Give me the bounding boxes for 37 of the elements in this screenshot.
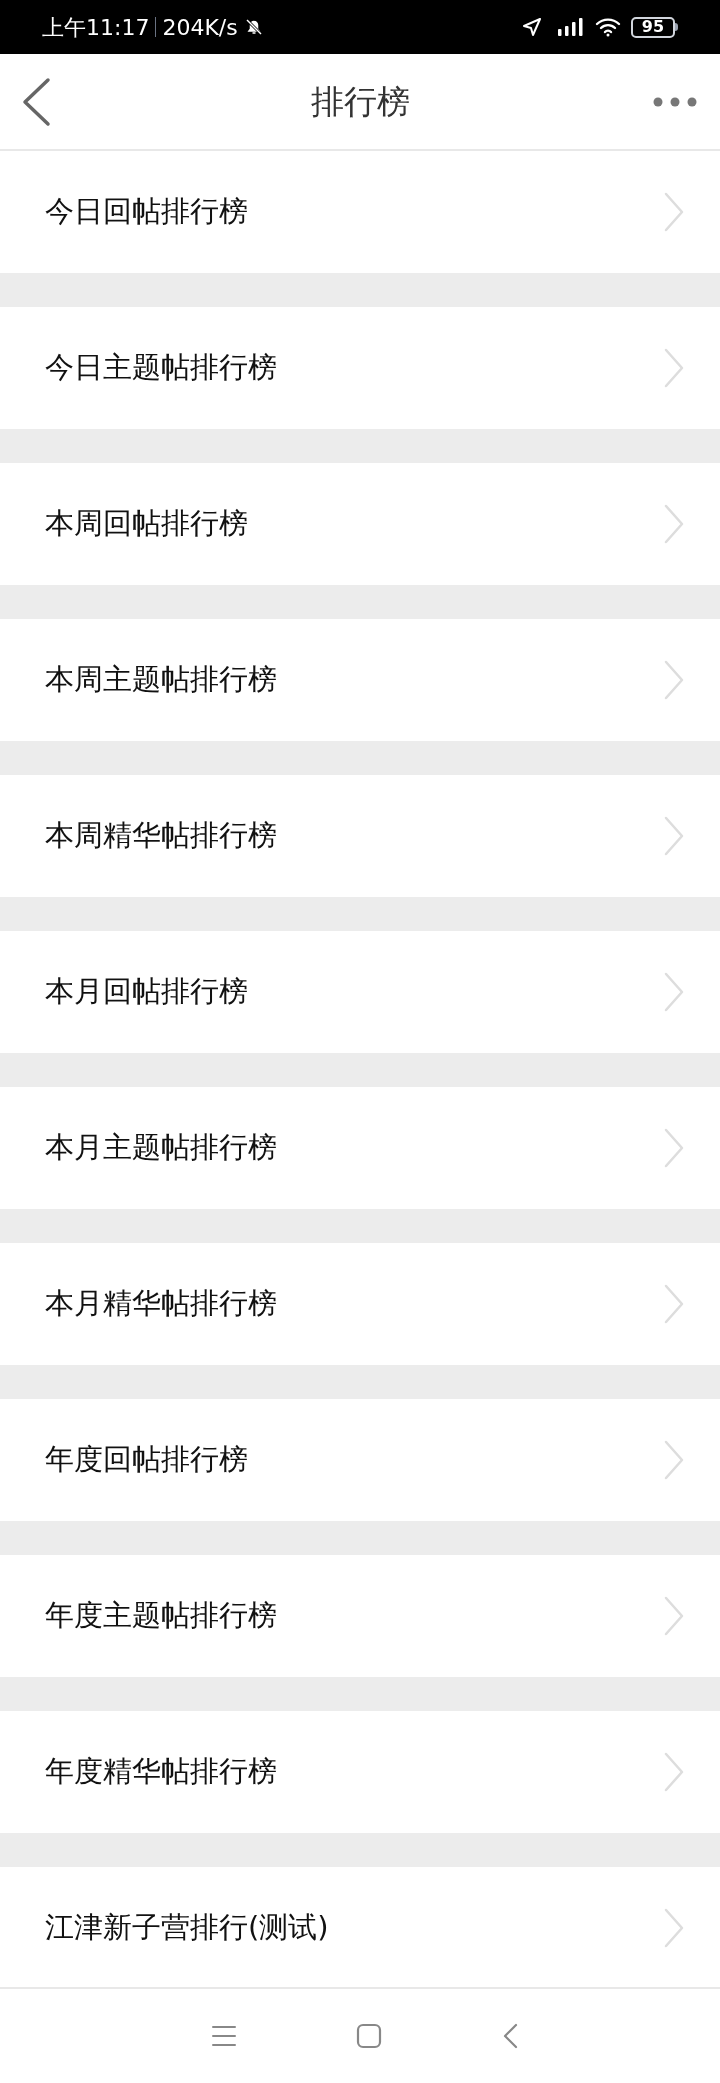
chevron-right-icon [664, 1440, 684, 1480]
list-item[interactable]: 本周精华帖排行榜 [0, 775, 720, 897]
list-item[interactable]: 年度精华帖排行榜 [0, 1711, 720, 1833]
wifi-icon [595, 17, 621, 37]
list-item[interactable]: 本周回帖排行榜 [0, 463, 720, 585]
location-arrow-icon [521, 16, 543, 38]
chevron-right-icon [664, 972, 684, 1012]
chevron-right-icon [664, 348, 684, 388]
home-icon[interactable] [356, 2023, 382, 2049]
list-item[interactable]: 今日主题帖排行榜 [0, 307, 720, 429]
page-title: 排行榜 [310, 80, 410, 123]
battery-icon: 95 [631, 16, 678, 38]
list-item[interactable]: 年度主题帖排行榜 [0, 1555, 720, 1677]
chevron-right-icon [664, 816, 684, 856]
chevron-right-icon [664, 1908, 684, 1948]
back-icon[interactable] [502, 2023, 518, 2049]
list-item[interactable]: 本月主题帖排行榜 [0, 1087, 720, 1209]
list-item[interactable]: 年度回帖排行榜 [0, 1399, 720, 1521]
chevron-right-icon [664, 1752, 684, 1792]
menu-icon[interactable] [212, 2025, 236, 2047]
chevron-right-icon [664, 1284, 684, 1324]
network-speed: 204K/s [162, 13, 238, 42]
list-item[interactable]: 本月回帖排行榜 [0, 931, 720, 1053]
more-icon[interactable] [652, 95, 698, 108]
signal-icon [557, 17, 585, 37]
status-time: 上午11:17 [42, 13, 150, 42]
list-item[interactable]: 本月精华帖排行榜 [0, 1243, 720, 1365]
chevron-right-icon [664, 192, 684, 232]
list-item[interactable]: 今日回帖排行榜 [0, 151, 720, 273]
list-item[interactable]: 本周主题帖排行榜 [0, 619, 720, 741]
chevron-right-icon [664, 660, 684, 700]
chevron-right-icon [664, 1128, 684, 1168]
chevron-right-icon [664, 504, 684, 544]
list-item[interactable]: 江津新子营排行(测试) [0, 1867, 720, 1989]
muted-bell-icon [243, 17, 264, 37]
chevron-right-icon [664, 1596, 684, 1636]
back-icon[interactable] [22, 76, 52, 127]
